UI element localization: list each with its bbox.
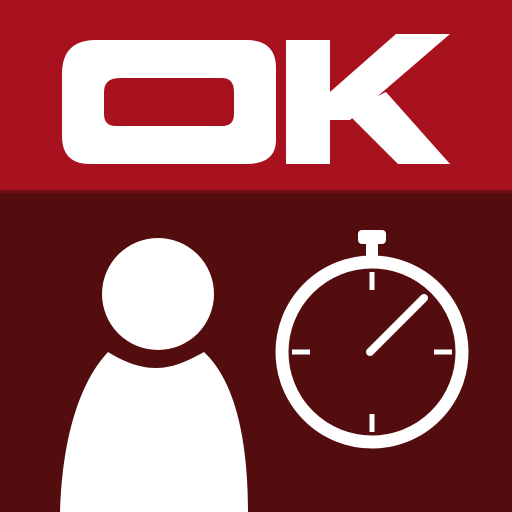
app-icon[interactable]: OK (0, 0, 512, 512)
ok-logo: OK (62, 34, 450, 164)
stopwatch-icon (275, 230, 469, 449)
